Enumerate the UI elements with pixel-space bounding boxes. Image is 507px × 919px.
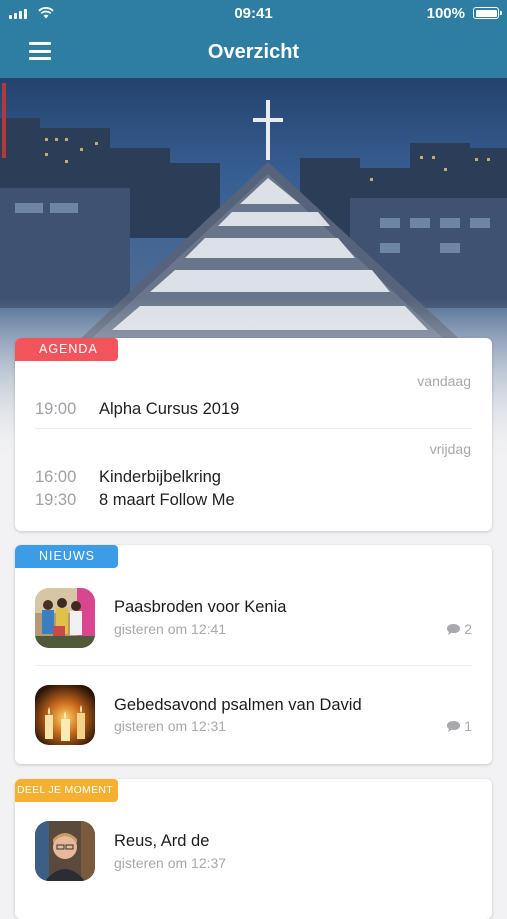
avatar bbox=[35, 821, 95, 881]
battery-icon bbox=[473, 7, 502, 19]
comment-icon bbox=[447, 623, 461, 635]
moment-card: DEEL JE MOMENT Reus, Ard de gisteren om … bbox=[15, 779, 492, 919]
agenda-badge: AGENDA bbox=[15, 338, 118, 361]
agenda-event-time: 16:00 bbox=[35, 468, 77, 486]
divider bbox=[35, 428, 472, 429]
news-item-timestamp: gisteren om 12:41 bbox=[114, 621, 227, 637]
agenda-event-title: Alpha Cursus 2019 bbox=[99, 400, 240, 418]
agenda-day-label: vrijdag bbox=[429, 441, 471, 457]
comment-count: 2 bbox=[446, 621, 472, 637]
moment-item-title: Reus, Ard de bbox=[114, 832, 210, 850]
news-thumbnail-image bbox=[35, 685, 95, 745]
agenda-day-label: vandaag bbox=[417, 373, 471, 389]
divider bbox=[35, 665, 472, 666]
agenda-event-time: 19:30 bbox=[35, 491, 77, 509]
status-bar: 09:41 100% bbox=[0, 0, 507, 28]
comment-count: 1 bbox=[446, 718, 472, 734]
agenda-event-title: Kinderbijbelkring bbox=[99, 468, 221, 486]
page-title: Overzicht bbox=[207, 41, 300, 63]
news-thumbnail-image bbox=[35, 588, 95, 648]
battery-percentage: 100% bbox=[426, 5, 465, 22]
agenda-card[interactable]: AGENDA vandaag 19:00 Alpha Cursus 2019 vr… bbox=[15, 338, 492, 531]
moment-badge: DEEL JE MOMENT bbox=[15, 779, 118, 802]
agenda-event-title: 8 maart Follow Me bbox=[99, 491, 235, 509]
news-badge: NIEUWS bbox=[15, 545, 118, 568]
comment-count-value: 2 bbox=[464, 621, 472, 637]
agenda-event[interactable]: 19:00 Alpha Cursus 2019 bbox=[35, 400, 239, 419]
comment-icon bbox=[447, 720, 461, 732]
news-item-title: Paasbroden voor Kenia bbox=[114, 598, 287, 616]
news-item-timestamp: gisteren om 12:31 bbox=[114, 718, 227, 734]
comment-count-value: 1 bbox=[464, 718, 472, 734]
agenda-event[interactable]: 16:00 Kinderbijbelkring bbox=[35, 468, 221, 487]
news-card: NIEUWS Paasbroden voor Kenia gisteren om… bbox=[15, 545, 492, 764]
agenda-event-time: 19:00 bbox=[35, 400, 77, 418]
agenda-event[interactable]: 19:30 8 maart Follow Me bbox=[35, 491, 235, 510]
moment-item-timestamp: gisteren om 12:37 bbox=[114, 855, 227, 871]
nav-bar: Overzicht bbox=[0, 28, 507, 78]
news-item-title: Gebedsavond psalmen van David bbox=[114, 696, 362, 714]
